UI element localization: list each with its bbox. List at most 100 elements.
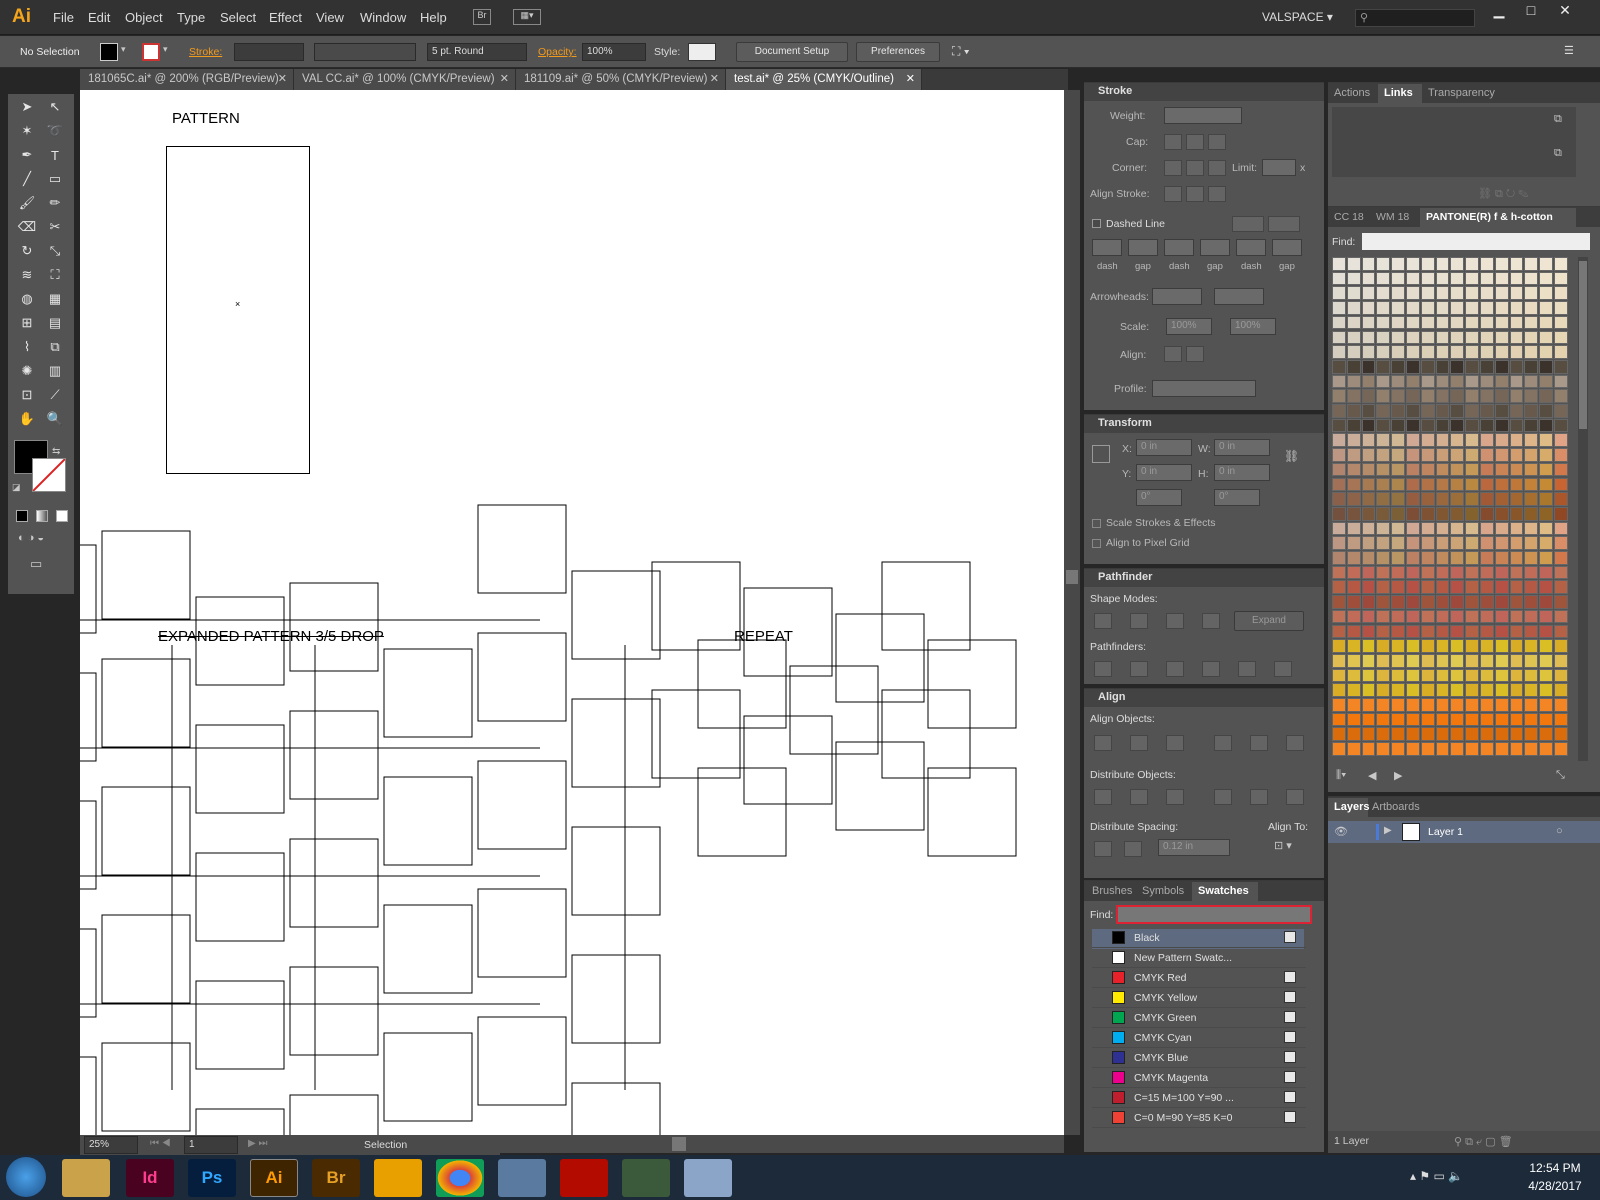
pantone-swatch[interactable]	[1450, 345, 1465, 359]
pantone-swatch[interactable]	[1361, 330, 1376, 345]
square-cap-icon[interactable]	[1208, 134, 1226, 150]
eyedropper-icon[interactable]: ⌇	[14, 336, 40, 358]
pantone-swatch[interactable]	[1435, 271, 1450, 286]
pantone-swatch[interactable]	[1406, 653, 1420, 668]
pantone-swatch[interactable]	[1465, 506, 1479, 521]
pantone-swatch[interactable]	[1332, 653, 1346, 668]
pantone-swatch[interactable]	[1509, 580, 1524, 595]
pantone-swatch[interactable]	[1480, 418, 1494, 433]
pantone-swatch[interactable]	[1406, 683, 1420, 697]
pattern-square[interactable]	[195, 1108, 285, 1135]
pantone-swatch[interactable]	[1346, 374, 1361, 389]
chrome-icon[interactable]	[436, 1159, 484, 1197]
vertical-scroll-thumb[interactable]	[1066, 570, 1078, 584]
pantone-swatch[interactable]	[1450, 565, 1465, 580]
pantone-swatch[interactable]	[1332, 536, 1346, 550]
pantone-swatch[interactable]	[1524, 359, 1539, 374]
pattern-square[interactable]	[195, 852, 285, 942]
pantone-swatch[interactable]	[1361, 271, 1376, 286]
scissors-icon[interactable]: ✂	[42, 216, 68, 238]
pantone-swatch[interactable]	[1361, 462, 1376, 477]
pantone-swatch[interactable]	[1509, 257, 1524, 271]
pantone-swatch[interactable]	[1494, 653, 1509, 668]
pantone-swatch[interactable]	[1391, 404, 1405, 418]
tab-actions[interactable]: Actions	[1334, 87, 1370, 99]
menu-edit[interactable]: Edit	[88, 10, 110, 25]
pantone-swatch[interactable]	[1494, 448, 1509, 462]
pantone-swatch[interactable]	[1450, 698, 1465, 712]
pantone-swatch[interactable]	[1450, 668, 1465, 683]
pantone-swatch[interactable]	[1376, 727, 1391, 742]
pantone-swatch[interactable]	[1391, 506, 1405, 521]
pantone-swatch[interactable]	[1376, 683, 1391, 697]
pantone-swatch[interactable]	[1376, 595, 1391, 609]
tab-181065c[interactable]: 181065C.ai* @ 200% (RGB/Preview) ✕	[80, 69, 294, 90]
pantone-swatch[interactable]	[1524, 521, 1539, 536]
artboard-number-field[interactable]: 1	[184, 1136, 238, 1154]
align-left-icon[interactable]	[1094, 735, 1112, 751]
pantone-swatch[interactable]	[1406, 639, 1420, 653]
tab-layers[interactable]: Layers	[1328, 798, 1369, 817]
pantone-swatch[interactable]	[1406, 301, 1420, 315]
pantone-swatch[interactable]	[1391, 712, 1405, 727]
pantone-swatch[interactable]	[1420, 683, 1435, 697]
pattern-square[interactable]	[101, 1042, 191, 1132]
pantone-swatch[interactable]	[1539, 286, 1553, 301]
pantone-swatch[interactable]	[1332, 492, 1346, 506]
swatch-row[interactable]: CMYK Cyan	[1092, 1028, 1306, 1048]
pantone-swatch[interactable]	[1509, 330, 1524, 345]
pantone-swatch[interactable]	[1494, 742, 1509, 756]
pantone-swatch[interactable]	[1376, 271, 1391, 286]
swatch-row[interactable]: C=0 M=90 Y=85 K=0	[1092, 1108, 1306, 1128]
pattern-square[interactable]	[571, 1082, 661, 1135]
pantone-swatch[interactable]	[1450, 374, 1465, 389]
pantone-swatch[interactable]	[1539, 301, 1553, 315]
pantone-swatch[interactable]	[1480, 580, 1494, 595]
pantone-swatch[interactable]	[1480, 271, 1494, 286]
zoom-tool-icon[interactable]: 🔍	[42, 408, 68, 430]
stroke-swatch[interactable]	[142, 43, 160, 61]
pantone-swatch[interactable]	[1494, 404, 1509, 418]
pantone-swatch[interactable]	[1554, 315, 1568, 330]
pantone-swatch[interactable]	[1391, 462, 1405, 477]
pantone-swatch[interactable]	[1554, 742, 1568, 756]
pantone-swatch[interactable]	[1361, 683, 1376, 697]
type-tool-icon[interactable]: T	[42, 144, 68, 166]
pantone-swatch[interactable]	[1539, 653, 1553, 668]
brush-definition-field[interactable]: 5 pt. Round	[427, 43, 527, 61]
exclude-icon[interactable]	[1202, 613, 1220, 629]
pattern-square[interactable]	[101, 530, 191, 620]
pantone-swatch[interactable]	[1391, 433, 1405, 448]
pantone-swatch[interactable]	[1524, 580, 1539, 595]
remote-app-icon[interactable]	[622, 1159, 670, 1197]
pantone-swatch[interactable]	[1465, 727, 1479, 742]
pantone-swatch[interactable]	[1480, 668, 1494, 683]
pantone-swatch[interactable]	[1376, 551, 1391, 565]
pantone-swatch[interactable]	[1435, 418, 1450, 433]
graphic-style-picker[interactable]	[688, 43, 716, 61]
pattern-square[interactable]	[571, 954, 661, 1044]
vertical-scrollbar[interactable]	[1064, 90, 1080, 1135]
pantone-swatch[interactable]	[1391, 536, 1405, 550]
pantone-swatch[interactable]	[1435, 639, 1450, 653]
align-to-selector-icon[interactable]: ⊡ ▾	[1274, 839, 1292, 852]
pantone-swatch[interactable]	[1346, 389, 1361, 403]
pantone-swatch[interactable]	[1376, 462, 1391, 477]
pantone-swatch[interactable]	[1376, 712, 1391, 727]
pantone-swatch[interactable]	[1332, 257, 1346, 271]
rectangle-tool-icon[interactable]: ▭	[42, 168, 68, 190]
pantone-swatch[interactable]	[1361, 506, 1376, 521]
pantone-swatch[interactable]	[1376, 580, 1391, 595]
pantone-swatch[interactable]	[1524, 712, 1539, 727]
arrow-align-tip-icon[interactable]	[1164, 346, 1182, 362]
pantone-swatch[interactable]	[1376, 433, 1391, 448]
pantone-swatch[interactable]	[1332, 359, 1346, 374]
pantone-swatch[interactable]	[1524, 418, 1539, 433]
pantone-swatch[interactable]	[1406, 580, 1420, 595]
pantone-swatch[interactable]	[1524, 477, 1539, 492]
pantone-swatch[interactable]	[1450, 286, 1465, 301]
constrain-proportions-icon[interactable]: ⛓	[1284, 449, 1299, 463]
bridge-icon[interactable]: Br	[473, 9, 491, 25]
pantone-swatch[interactable]	[1554, 330, 1568, 345]
tab-brushes[interactable]: Brushes	[1092, 885, 1132, 897]
